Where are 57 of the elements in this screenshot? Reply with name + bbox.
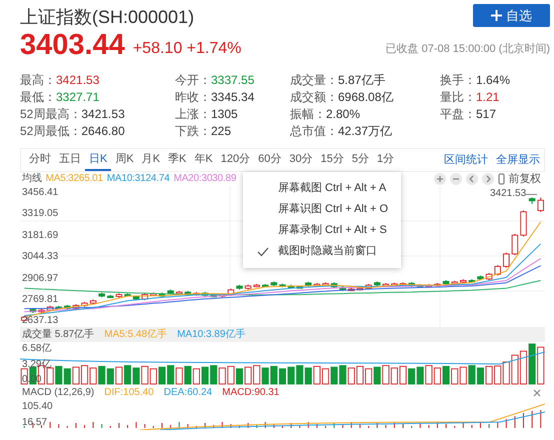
stat-value: 1305 bbox=[211, 107, 238, 121]
macd-legend-label: MACD (12,26,9) bbox=[22, 386, 94, 400]
stat-value: 1.64% bbox=[476, 73, 510, 87]
ma-legend-label: MA10:3124.74 bbox=[106, 172, 170, 186]
high-price-label: 3421.53 bbox=[490, 188, 526, 199]
page-title: 上证指数(SH:000001) bbox=[20, 6, 194, 29]
stat-value: 2646.80 bbox=[81, 124, 125, 138]
stat-label: 上涨： bbox=[175, 107, 211, 121]
price-axis-label: 3181.69 bbox=[22, 230, 58, 241]
stat-label: 量比： bbox=[440, 90, 476, 104]
stat-label: 总市值： bbox=[290, 124, 338, 138]
stat-value: 5.87亿手 bbox=[338, 73, 386, 87]
stat-label: 52周最高： bbox=[20, 107, 82, 121]
stat-label: 平盘： bbox=[440, 107, 476, 121]
stat-label: 今开： bbox=[175, 73, 211, 87]
volume-legend-label: MA5:5.48亿手 bbox=[104, 328, 168, 342]
stat-value: 3337.55 bbox=[211, 73, 254, 87]
price-axis-label: 2637.13 bbox=[22, 315, 58, 326]
stat-value: 3345.34 bbox=[211, 90, 254, 104]
volume-axis-label: 3.29亿 bbox=[22, 359, 52, 370]
volume-legend-label: MA10:3.89亿手 bbox=[177, 328, 246, 342]
stat-label: 昨收： bbox=[175, 90, 211, 104]
ma-legend-label: MA20:3030.89 bbox=[174, 172, 236, 186]
stat-value: 3421.53 bbox=[56, 73, 100, 87]
ma-legend-label: MA5:3265.01 bbox=[46, 172, 103, 186]
stat-label: 成交量： bbox=[290, 73, 338, 87]
volume-legend-label: 成交量 5.87亿手 bbox=[22, 328, 94, 342]
stat-value: 225 bbox=[211, 124, 232, 138]
price-axis-label: 3319.05 bbox=[22, 208, 58, 220]
stat-value: 2.80% bbox=[326, 107, 360, 121]
stat-value: 517 bbox=[476, 107, 496, 121]
stat-label: 52周最低： bbox=[20, 124, 82, 138]
market-status: 已收盘 07-08 15:00:00 (北京时间) bbox=[386, 42, 550, 57]
stat-label: 下跌： bbox=[175, 124, 211, 138]
stat-label: 振幅： bbox=[290, 107, 326, 121]
price-change: +58.10 +1.74% bbox=[132, 39, 242, 59]
price-axis-label: 2769.81 bbox=[22, 294, 58, 306]
stat-label: 换手： bbox=[440, 73, 476, 87]
macd-axis-label: 105.40 bbox=[22, 401, 53, 412]
stat-value: 42.37万亿 bbox=[338, 124, 392, 138]
stat-label: 最高： bbox=[20, 73, 56, 87]
macd-axis-label: 16.57 bbox=[22, 417, 48, 428]
stat-value: 3327.71 bbox=[56, 90, 100, 104]
price-axis-label: 3456.41 bbox=[22, 187, 58, 198]
ma-legend-label: 均线 bbox=[22, 172, 42, 186]
price-axis-label: 2906.97 bbox=[22, 272, 58, 284]
stat-value: 1.21 bbox=[476, 90, 500, 104]
macd-legend-label: MACD:90.31 bbox=[222, 386, 280, 400]
macd-legend-label: DIF:105.40 bbox=[104, 386, 154, 400]
stat-value: 6968.08亿 bbox=[338, 90, 394, 104]
price-axis-label: 3044.33 bbox=[22, 251, 58, 262]
macd-legend-label: DEA:60.24 bbox=[164, 386, 212, 400]
stat-label: 成交额： bbox=[290, 90, 338, 104]
price-value: 3403.44 bbox=[20, 28, 125, 64]
volume-axis-label: 6.58亿 bbox=[22, 343, 52, 354]
stat-value: 3421.53 bbox=[81, 107, 125, 121]
stat-label: 最低： bbox=[20, 90, 56, 104]
